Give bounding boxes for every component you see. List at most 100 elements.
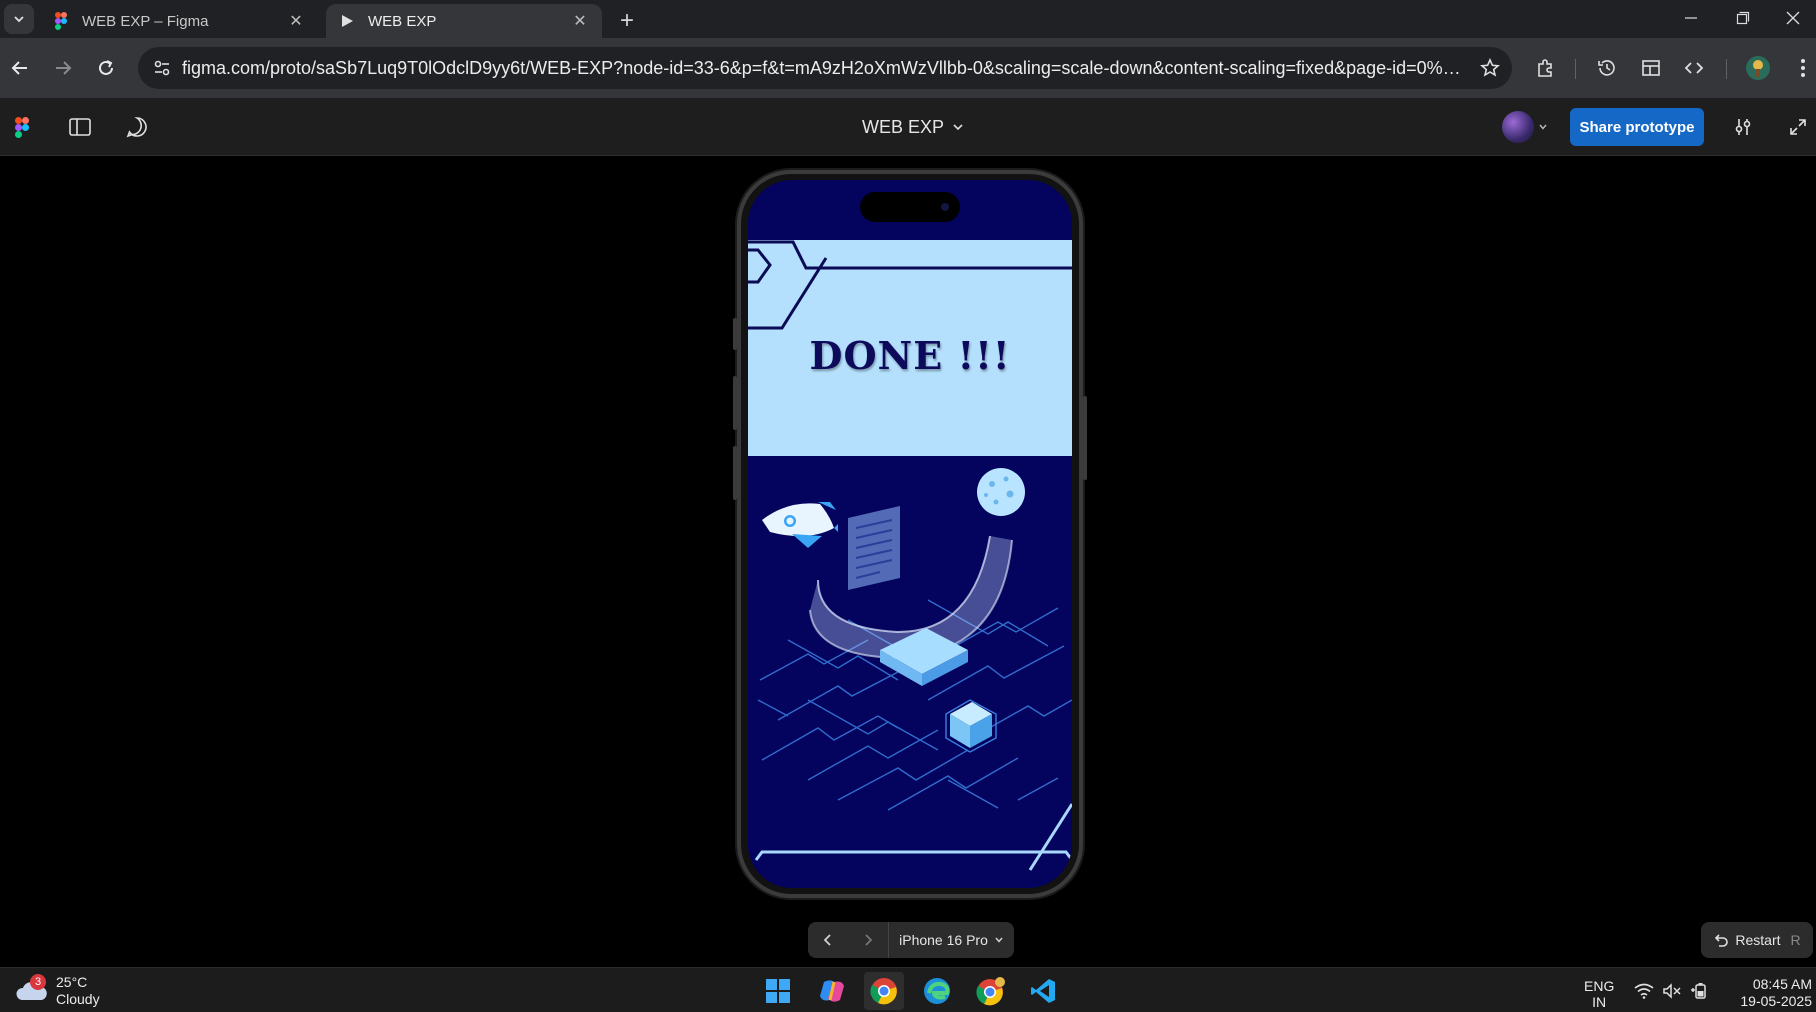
comment-icon [126, 117, 147, 138]
screen-artwork [748, 180, 1072, 888]
arrow-right-icon [56, 61, 72, 75]
next-frame-button[interactable] [848, 922, 888, 958]
tab-prototype[interactable]: WEB EXP ✕ [326, 4, 602, 38]
profile-avatar-icon [1746, 56, 1770, 80]
toolbar-divider [1575, 59, 1576, 79]
devtools-button[interactable] [1677, 51, 1711, 85]
edge-icon [924, 978, 950, 1004]
chevron-down-icon [995, 937, 1003, 943]
restart-shortcut: R [1790, 932, 1801, 948]
close-icon [1786, 11, 1800, 25]
copilot-button[interactable] [812, 972, 852, 1010]
undo-icon [1715, 934, 1729, 947]
restart-button[interactable]: Restart R [1701, 922, 1813, 958]
comments-button[interactable] [120, 110, 154, 144]
arrow-left-icon [11, 61, 27, 75]
close-icon[interactable]: ✕ [570, 11, 590, 31]
chrome-icon [870, 978, 897, 1005]
history-button[interactable] [1590, 51, 1624, 85]
phone-volume-up [733, 376, 737, 430]
reload-button[interactable] [89, 51, 123, 85]
weather-condition: Cloudy [56, 991, 100, 1007]
puzzle-icon [1538, 59, 1552, 77]
address-bar[interactable]: figma.com/proto/saSb7Luq9T0lOdclD9yy6t/W… [138, 47, 1512, 89]
cloud-icon: 3 [14, 974, 48, 1004]
phone-action-button [733, 318, 737, 350]
viewer-avatar-dropdown[interactable] [1502, 110, 1548, 144]
url-text[interactable]: figma.com/proto/saSb7Luq9T0lOdclD9yy6t/W… [182, 58, 1468, 79]
phone-power-button [1083, 396, 1087, 480]
chrome-profile-taskbar-button[interactable] [971, 972, 1011, 1010]
fullscreen-button[interactable] [1781, 110, 1815, 144]
file-title-dropdown[interactable]: WEB EXP [862, 114, 964, 140]
restart-label: Restart [1735, 932, 1781, 948]
history-icon [1598, 60, 1615, 76]
windows-taskbar: 3 25°C Cloudy ENG IN 08:45 AM 19-05-2025 [0, 967, 1816, 1012]
phone-volume-down [733, 446, 737, 500]
back-button[interactable] [3, 51, 37, 85]
minimize-icon [1685, 17, 1697, 19]
copilot-icon [820, 980, 844, 1002]
prototype-screen[interactable]: DONE !!! [748, 180, 1072, 888]
wifi-icon[interactable] [1632, 980, 1656, 1002]
avatar [1502, 111, 1534, 143]
more-vertical-icon [1801, 59, 1805, 77]
previous-frame-button[interactable] [808, 922, 848, 958]
clock-time: 08:45 AM [1752, 976, 1812, 992]
tab-search-button[interactable] [4, 4, 34, 34]
chevron-down-icon [14, 16, 24, 23]
figma-menu-button[interactable] [5, 110, 39, 144]
file-title: WEB EXP [862, 116, 945, 137]
bookmark-star-icon[interactable] [1468, 58, 1512, 78]
language-code: ENG [1584, 978, 1615, 994]
vscode-taskbar-button[interactable] [1023, 972, 1063, 1010]
forward-button[interactable] [46, 51, 80, 85]
chrome-taskbar-button[interactable] [864, 972, 904, 1010]
figma-logo-icon [15, 116, 29, 138]
clock-date: 19-05-2025 [1740, 993, 1812, 1009]
windows-start-button[interactable] [758, 972, 798, 1010]
vscode-icon [1031, 979, 1055, 1003]
reload-icon [99, 60, 113, 75]
chevron-down-icon [953, 124, 963, 131]
browser-tab-strip: WEB EXP – Figma ✕ WEB EXP ✕ + [0, 0, 1816, 38]
share-prototype-button[interactable]: Share prototype [1570, 108, 1704, 146]
document-card-illustration [848, 506, 900, 590]
prototype-navigation: iPhone 16 Pro [808, 922, 1014, 958]
site-settings-icon[interactable] [142, 47, 182, 89]
temperature: 25°C [56, 974, 88, 990]
toggle-sidebar-button[interactable] [63, 110, 97, 144]
weather-alert-badge: 3 [30, 974, 46, 990]
battery-charging-icon[interactable] [1688, 980, 1712, 1002]
chevron-left-icon [823, 934, 831, 946]
tab-figma-editor[interactable]: WEB EXP – Figma ✕ [40, 4, 318, 38]
system-clock[interactable]: 08:45 AM 19-05-2025 [1720, 976, 1812, 1010]
close-icon[interactable]: ✕ [286, 11, 306, 31]
device-select[interactable]: iPhone 16 Pro [889, 932, 1014, 948]
device-label: iPhone 16 Pro [899, 932, 988, 948]
weather-widget[interactable]: 3 25°C Cloudy [14, 974, 100, 1008]
figma-logo-icon [52, 12, 70, 30]
close-window-button[interactable] [1770, 0, 1816, 36]
restore-icon [1736, 11, 1750, 25]
prototype-settings-button[interactable] [1726, 110, 1760, 144]
browser-menu-button[interactable] [1786, 51, 1816, 85]
sliders-icon [1735, 119, 1751, 135]
minimize-button[interactable] [1668, 0, 1714, 36]
sidebar-icon [69, 118, 91, 136]
chevron-right-icon [865, 934, 873, 946]
tab-title: WEB EXP [368, 12, 437, 30]
new-tab-button[interactable]: + [612, 6, 642, 36]
figma-prototype-header: WEB EXP Share prototype [0, 98, 1816, 156]
edge-taskbar-button[interactable] [917, 972, 957, 1010]
planet-illustration [977, 468, 1025, 516]
layout-icon [1642, 60, 1660, 76]
volume-muted-icon[interactable] [1660, 980, 1684, 1002]
side-panel-button[interactable] [1634, 51, 1668, 85]
input-language-indicator[interactable]: ENG IN [1584, 978, 1614, 1010]
tab-title: WEB EXP – Figma [82, 12, 209, 30]
profile-button[interactable] [1741, 51, 1775, 85]
extensions-button[interactable] [1528, 51, 1562, 85]
restore-button[interactable] [1720, 0, 1766, 36]
expand-icon [1790, 119, 1806, 135]
